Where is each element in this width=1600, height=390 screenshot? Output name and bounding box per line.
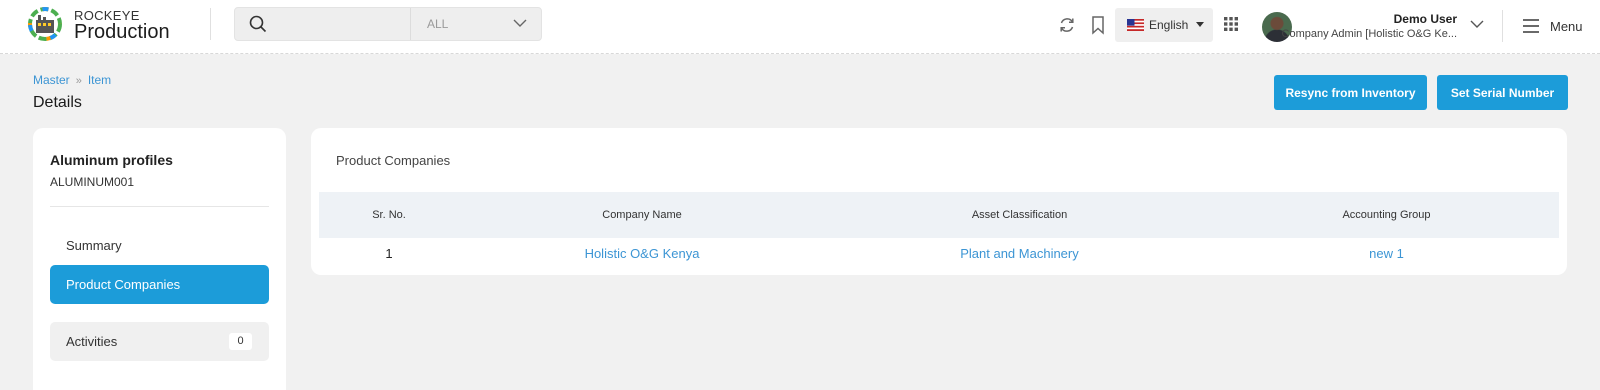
- product-companies-table: Sr. No. Company Name Asset Classificatio…: [319, 192, 1559, 268]
- search-scope-select[interactable]: ALL: [410, 8, 543, 40]
- section-title: Product Companies: [336, 153, 451, 168]
- search-icon[interactable]: [249, 15, 267, 33]
- column-header-sr-no: Sr. No.: [319, 192, 459, 238]
- user-role: Company Admin [Holistic O&G Ke...: [1281, 28, 1457, 40]
- sidebar-item-product-companies[interactable]: Product Companies: [50, 265, 269, 304]
- sidebar-item-activities[interactable]: Activities 0: [50, 322, 269, 361]
- cell-asset-classification-link[interactable]: Plant and Machinery: [825, 238, 1214, 268]
- breadcrumb-master[interactable]: Master: [33, 73, 70, 87]
- user-name[interactable]: Demo User: [1394, 12, 1457, 26]
- cell-accounting-group-link[interactable]: new 1: [1214, 238, 1559, 268]
- us-flag-icon: [1127, 19, 1144, 31]
- activities-count-badge: 0: [229, 333, 252, 350]
- sidebar-item-label: Activities: [66, 334, 118, 349]
- page-title: Details: [33, 94, 82, 111]
- breadcrumb-item[interactable]: Item: [88, 73, 111, 87]
- caret-down-icon: [1196, 22, 1204, 27]
- sidebar-divider: [50, 206, 269, 207]
- module-name: Production: [74, 21, 170, 43]
- column-header-accounting-group: Accounting Group: [1214, 192, 1559, 238]
- header-divider: [1502, 10, 1503, 42]
- apps-grid-icon[interactable]: [1224, 17, 1238, 31]
- resync-from-inventory-button[interactable]: Resync from Inventory: [1274, 75, 1427, 110]
- menu-label: Menu: [1550, 19, 1583, 34]
- sidebar-item-label: Product Companies: [66, 277, 181, 292]
- column-header-asset-classification: Asset Classification: [825, 192, 1214, 238]
- breadcrumb-separator-icon: »: [75, 75, 82, 87]
- cell-sr-no: 1: [385, 245, 393, 261]
- column-header-company-name: Company Name: [459, 192, 825, 238]
- rockeye-logo-icon[interactable]: [27, 6, 63, 42]
- top-header: ROCKEYE Production ALL English Demo User…: [0, 0, 1600, 54]
- item-sidebar-card: Aluminum profiles ALUMINUM001 Summary Pr…: [33, 128, 286, 390]
- cell-company-name-link[interactable]: Holistic O&G Kenya: [459, 238, 825, 268]
- breadcrumb: Master » Item: [33, 73, 111, 87]
- search-scope-value: ALL: [427, 17, 449, 31]
- chevron-down-icon[interactable]: [1470, 19, 1484, 29]
- header-divider: [210, 8, 211, 40]
- item-code: ALUMINUM001: [50, 175, 135, 189]
- product-companies-card: Product Companies Sr. No. Company Name A…: [311, 128, 1567, 275]
- table-row: 1 Holistic O&G Kenya Plant and Machinery…: [319, 238, 1559, 268]
- refresh-icon[interactable]: [1057, 15, 1077, 35]
- item-name: Aluminum profiles: [50, 152, 173, 168]
- chevron-down-icon: [513, 19, 527, 27]
- language-label: English: [1149, 18, 1189, 32]
- table-header-row: Sr. No. Company Name Asset Classificatio…: [319, 192, 1559, 238]
- bookmark-icon[interactable]: [1088, 15, 1108, 35]
- sidebar-item-summary[interactable]: Summary: [50, 226, 269, 265]
- set-serial-number-button[interactable]: Set Serial Number: [1437, 75, 1568, 110]
- sidebar-item-label: Summary: [66, 238, 122, 253]
- language-select[interactable]: English: [1115, 8, 1213, 42]
- hamburger-menu-icon: [1523, 19, 1539, 33]
- global-search: ALL: [234, 7, 542, 41]
